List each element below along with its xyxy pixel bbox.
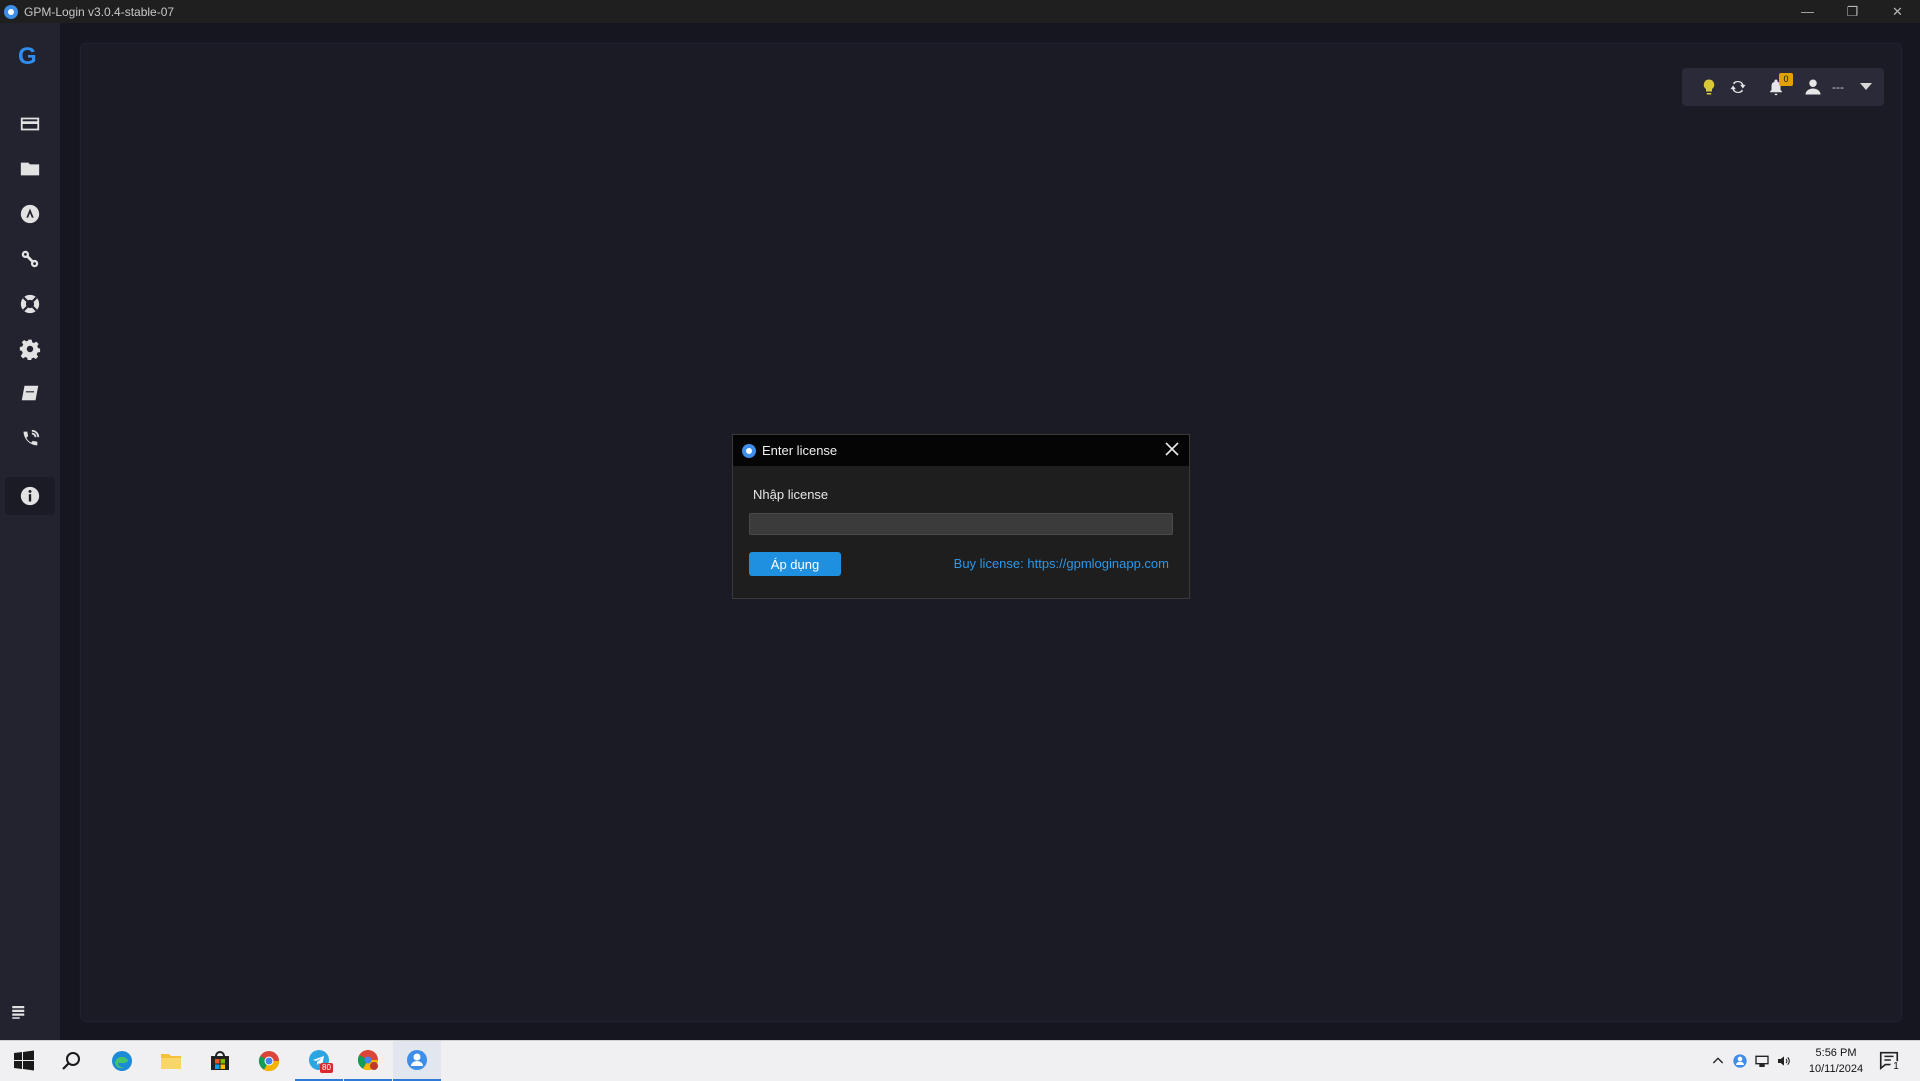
taskbar: 80 5:56 PM 10/11/2024 1 [0, 1040, 1920, 1081]
extension-icon [20, 204, 40, 224]
top-toolbar: 0 --- [1682, 68, 1884, 106]
edge-icon [112, 1051, 132, 1071]
taskbar-app-chrome[interactable] [245, 1041, 293, 1081]
phone-icon [23, 429, 40, 446]
gpm-logo[interactable]: G [18, 43, 37, 71]
app-logo-icon [742, 443, 756, 458]
store-icon [211, 1051, 229, 1070]
taskbar-app-store[interactable] [196, 1041, 244, 1081]
close-window-button[interactable]: ✕ [1875, 0, 1920, 23]
buy-license-link[interactable]: Buy license: https://gpmloginapp.com [954, 556, 1169, 571]
notification-badge: 0 [1779, 73, 1793, 86]
sidebar-item-settings[interactable] [5, 330, 55, 368]
notifications-button[interactable]: 0 [1765, 73, 1793, 98]
folder-icon [20, 162, 40, 176]
license-label: Nhập license [753, 487, 829, 502]
clock-date: 10/11/2024 [1808, 1063, 1864, 1075]
sidebar-item-groups[interactable] [5, 150, 55, 188]
network-icon[interactable] [1754, 1053, 1770, 1069]
sidebar-item-logs[interactable] [10, 1003, 32, 1025]
taskbar-app-edge[interactable] [98, 1041, 146, 1081]
taskbar-clock[interactable]: 5:56 PM 10/11/2024 [1798, 1045, 1874, 1077]
minimize-button[interactable]: — [1785, 0, 1830, 23]
lightbulb-icon [1703, 79, 1715, 95]
gear-icon [19, 339, 41, 360]
info-icon [20, 486, 40, 506]
telegram-unread-badge: 80 [320, 1063, 333, 1073]
dialog-header: Enter license [733, 435, 1189, 466]
sidebar-item-extensions[interactable] [5, 195, 55, 233]
book-icon [21, 385, 39, 403]
clock-time: 5:56 PM [1815, 1047, 1857, 1059]
list-icon [12, 1006, 25, 1019]
taskbar-app-telegram[interactable]: 80 [295, 1041, 343, 1081]
app-logo-icon [4, 4, 18, 19]
dialog-title: Enter license [762, 443, 838, 458]
license-input[interactable] [749, 513, 1173, 535]
license-dialog: Enter license Nhập license Áp dụng Buy l… [732, 434, 1190, 599]
system-tray [1710, 1041, 1792, 1081]
sidebar-item-profiles[interactable] [5, 105, 55, 143]
user-avatar-button[interactable] [1802, 76, 1824, 98]
window-titlebar: GPM-Login v3.0.4-stable-07 — ❐ ✕ [0, 0, 1920, 23]
chrome-profile-icon [357, 1050, 379, 1071]
taskbar-app-chrome-profile[interactable] [344, 1041, 392, 1081]
search-icon [62, 1052, 80, 1070]
sidebar-item-contact[interactable] [5, 420, 55, 458]
refresh-icon [1730, 80, 1746, 94]
chevron-down-icon[interactable] [1860, 83, 1872, 90]
support-icon [20, 294, 40, 314]
restore-button[interactable]: ❐ [1830, 0, 1875, 23]
start-button[interactable] [0, 1041, 48, 1081]
sidebar-item-proxy[interactable] [5, 240, 55, 278]
windows-start-icon [14, 1050, 34, 1071]
sidebar-item-support[interactable] [5, 285, 55, 323]
taskbar-search-button[interactable] [48, 1041, 96, 1081]
action-center-badge: 1 [1890, 1061, 1902, 1073]
user-name[interactable]: --- [1832, 80, 1844, 94]
dialog-close-button[interactable] [1165, 442, 1181, 458]
window-controls: — ❐ ✕ [1785, 0, 1920, 23]
gpm-login-icon [407, 1050, 427, 1070]
user-icon [1805, 79, 1821, 95]
action-center-button[interactable]: 1 [1878, 1049, 1902, 1073]
profiles-icon [20, 117, 40, 131]
sidebar-item-docs[interactable] [5, 375, 55, 413]
taskbar-app-gpm-login[interactable] [393, 1041, 441, 1081]
refresh-button[interactable] [1727, 76, 1749, 98]
close-icon [1165, 442, 1179, 456]
window-title: GPM-Login v3.0.4-stable-07 [24, 4, 175, 19]
apply-button[interactable]: Áp dụng [749, 552, 841, 576]
taskbar-app-explorer[interactable] [147, 1041, 195, 1081]
sidebar: G [0, 23, 60, 1040]
proxy-icon [21, 250, 39, 268]
chevron-up-icon[interactable] [1710, 1053, 1726, 1069]
sidebar-item-about[interactable] [5, 477, 55, 515]
tips-button[interactable] [1698, 76, 1720, 98]
chrome-icon [258, 1051, 280, 1072]
volume-icon[interactable] [1776, 1053, 1792, 1069]
file-explorer-icon [161, 1054, 181, 1069]
gpm-tray-icon[interactable] [1732, 1053, 1748, 1069]
